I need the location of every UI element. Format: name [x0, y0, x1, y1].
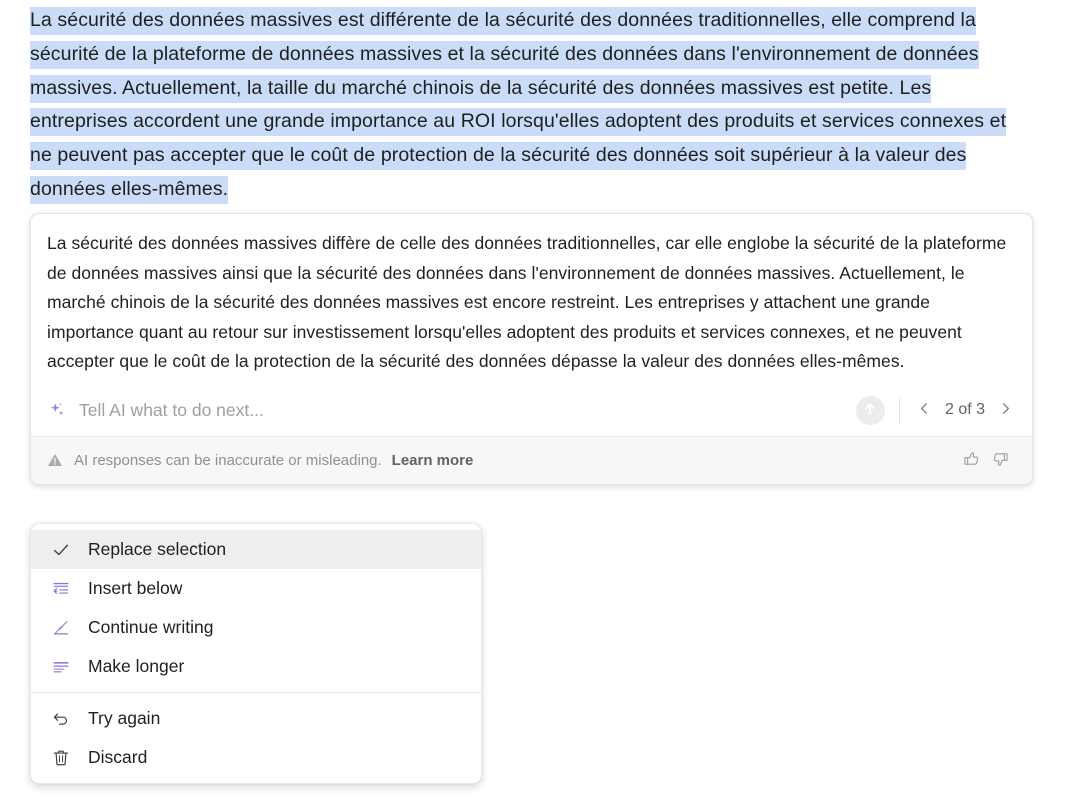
check-icon [50, 539, 72, 561]
thumbs-up-icon [961, 449, 981, 472]
undo-arrow-icon [50, 708, 72, 730]
menu-item-continue-writing[interactable]: Continue writing [31, 608, 481, 647]
menu-item-label: Replace selection [88, 539, 227, 559]
menu-divider [31, 692, 481, 693]
continue-writing-icon [50, 617, 72, 639]
ai-prompt-row: 2 of 3 [31, 385, 1032, 436]
menu-item-label: Discard [88, 747, 148, 767]
chevron-left-icon [917, 401, 932, 419]
make-longer-icon [50, 656, 72, 678]
submit-prompt-button[interactable] [855, 395, 885, 425]
ai-prompt-input[interactable] [79, 399, 856, 421]
ai-response-text: La sécurité des données massives diffère… [47, 233, 1007, 372]
ai-response-card: La sécurité des données massives diffère… [30, 213, 1033, 485]
menu-item-label: Continue writing [88, 617, 214, 637]
toolbar-divider [898, 397, 900, 424]
trash-icon [50, 747, 72, 769]
insert-below-icon [50, 578, 72, 600]
ai-actions-menu: Replace selection Insert below Continue … [30, 523, 482, 784]
learn-more-link[interactable]: Learn more [392, 452, 474, 469]
menu-item-make-longer[interactable]: Make longer [31, 647, 481, 686]
chevron-right-icon [998, 401, 1013, 419]
menu-item-replace-selection[interactable]: Replace selection [31, 530, 481, 569]
menu-item-label: Try again [88, 708, 161, 728]
document-selected-paragraph[interactable]: La sécurité des données massives est dif… [30, 4, 1015, 207]
thumbs-down-icon [991, 449, 1011, 472]
thumbs-up-button[interactable] [956, 445, 986, 475]
arrow-up-icon [861, 400, 879, 421]
sparkle-icon [47, 400, 67, 420]
menu-item-label: Make longer [88, 656, 185, 676]
menu-item-try-again[interactable]: Try again [31, 699, 481, 738]
selection-highlight: La sécurité des données massives est dif… [30, 7, 1007, 204]
warning-triangle-icon [47, 452, 63, 468]
screen-root: La sécurité des données massives est dif… [0, 0, 1080, 797]
thumbs-down-button[interactable] [986, 445, 1016, 475]
menu-item-discard[interactable]: Discard [31, 738, 481, 777]
prev-response-button[interactable] [912, 397, 938, 423]
menu-item-label: Insert below [88, 578, 183, 598]
pagination-label: 2 of 3 [944, 401, 985, 419]
next-response-button[interactable] [992, 397, 1018, 423]
disclaimer-text: AI responses can be inaccurate or mislea… [74, 451, 382, 469]
menu-item-insert-below[interactable]: Insert below [31, 569, 481, 608]
response-pagination: 2 of 3 [912, 397, 1018, 423]
ai-disclaimer-bar: AI responses can be inaccurate or mislea… [31, 435, 1032, 484]
